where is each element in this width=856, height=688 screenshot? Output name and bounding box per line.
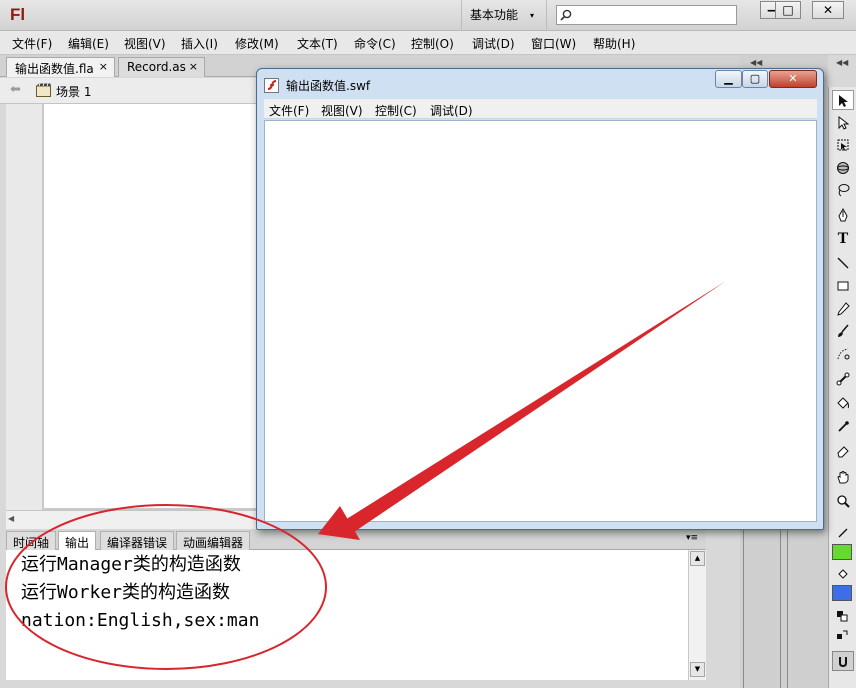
scroll-left-icon[interactable]: ◀ [8,514,14,523]
line-icon[interactable] [832,253,854,273]
paint-bucket-icon[interactable] [832,393,854,413]
panel-menu-icon[interactable]: ▾≡ [686,533,698,543]
search-icon [560,9,572,21]
fill-color-bucket-icon[interactable] [832,564,854,584]
deco-icon[interactable] [832,344,854,364]
tab-motion-editor[interactable]: 动画编辑器 [176,531,251,550]
workspace-label: 基本功能 [470,8,519,22]
menu-modify[interactable]: 修改(M) [235,35,279,52]
swf-player-window[interactable]: 输出函数值.swf ▁ ▢ ✕ 文件(F) 视图(V) 控制(C) 调试(D) [256,68,824,530]
scene-icon [36,83,51,97]
close-button[interactable]: ✕ [812,1,844,19]
back-arrow-icon[interactable]: ⬅ [10,82,21,97]
zoom-icon[interactable] [832,491,854,511]
swf-menu-control[interactable]: 控制(C) [375,102,417,119]
hand-icon[interactable] [832,467,854,487]
output-console[interactable]: 运行Manager类的构造函数 运行Worker类的构造函数 nation:En… [6,550,688,680]
default-colors-icon[interactable] [832,607,854,627]
selection-arrow-icon[interactable] [832,90,854,110]
menu-insert[interactable]: 插入(I) [181,35,218,52]
brush-icon[interactable] [832,321,854,341]
tab-timeline[interactable]: 时间轴 [6,531,57,550]
chevron-down-icon: ▾ [529,11,534,20]
workspace-switcher[interactable]: 基本功能 ▾ [461,0,547,31]
close-icon[interactable]: × [189,60,198,73]
pasteboard [6,104,42,510]
output-line: 运行Manager类的构造函数 [21,554,241,575]
menu-help[interactable]: 帮助(H) [593,35,635,52]
swf-menu-bar: 文件(F) 视图(V) 控制(C) 调试(D) [264,99,817,119]
swf-menu-view[interactable]: 视图(V) [321,102,363,119]
menu-control[interactable]: 控制(O) [411,35,454,52]
swf-minimize-button[interactable]: ▁ [715,70,742,88]
close-icon[interactable]: × [99,60,108,73]
rectangle-icon[interactable] [832,276,854,296]
bone-icon[interactable] [832,369,854,389]
maximize-button[interactable]: □ [775,1,801,19]
menu-debug[interactable]: 调试(D) [472,35,515,52]
tab-fla-document[interactable]: 输出函数值.fla × [6,57,115,77]
title-bar: Fl 基本功能 ▾ — □ ✕ [0,0,856,31]
tab-output[interactable]: 输出 [58,531,97,550]
fill-color-swatch[interactable] [832,585,852,601]
pencil-icon[interactable] [832,299,854,319]
menu-file[interactable]: 文件(F) [12,35,52,52]
menu-bar: 文件(F) 编辑(E) 视图(V) 插入(I) 修改(M) 文本(T) 命令(C… [0,31,856,55]
swap-colors-icon[interactable] [832,625,854,645]
flash-player-icon [264,78,279,93]
output-line: 运行Worker类的构造函数 [21,582,231,603]
free-transform-icon[interactable] [832,135,854,155]
tab-label: Record.as [127,60,186,74]
output-vertical-scrollbar[interactable]: ▲ ▼ [688,550,706,680]
collapse-panel-icon[interactable]: ◀◀ [750,58,762,67]
menu-window[interactable]: 窗口(W) [531,35,576,52]
menu-edit[interactable]: 编辑(E) [68,35,109,52]
pen-icon[interactable] [832,205,854,225]
menu-view[interactable]: 视图(V) [124,35,166,52]
swf-window-title: 输出函数值.swf [286,79,371,93]
lasso-icon[interactable] [832,180,854,200]
stroke-color-swatch[interactable] [832,544,852,560]
swf-content-area[interactable] [264,120,817,522]
tab-label: 输出函数值.fla [15,62,94,76]
scroll-up-icon[interactable]: ▲ [690,551,705,566]
eraser-icon[interactable] [832,441,854,461]
scroll-down-icon[interactable]: ▼ [690,662,705,677]
expand-panel-icon[interactable]: ◀◀ [836,58,848,67]
swf-menu-file[interactable]: 文件(F) [269,102,309,119]
scene-label[interactable]: 场景 1 [56,83,91,100]
eyedropper-icon[interactable] [832,417,854,437]
output-line: nation:English,sex:man [21,610,260,631]
tab-compiler-errors[interactable]: 编译器错误 [100,531,175,550]
menu-commands[interactable]: 命令(C) [354,35,396,52]
3d-rotation-icon[interactable] [832,158,854,178]
help-search-input[interactable] [556,5,737,25]
panel-tabs: 时间轴 输出 编译器错误 动画编辑器 [6,530,706,550]
swf-menu-debug[interactable]: 调试(D) [430,102,473,119]
tools-panel: T [828,87,856,688]
text-icon[interactable]: T [832,229,854,249]
menu-text[interactable]: 文本(T) [297,35,338,52]
tab-record-as[interactable]: Record.as × [118,57,205,77]
swf-close-button[interactable]: ✕ [769,70,817,88]
swf-maximize-button[interactable]: ▢ [742,70,768,88]
app-logo: Fl [10,5,26,24]
subselection-arrow-icon[interactable] [832,113,854,133]
snap-magnet-icon[interactable] [832,651,854,671]
stroke-color-pencil-icon[interactable] [832,523,854,543]
